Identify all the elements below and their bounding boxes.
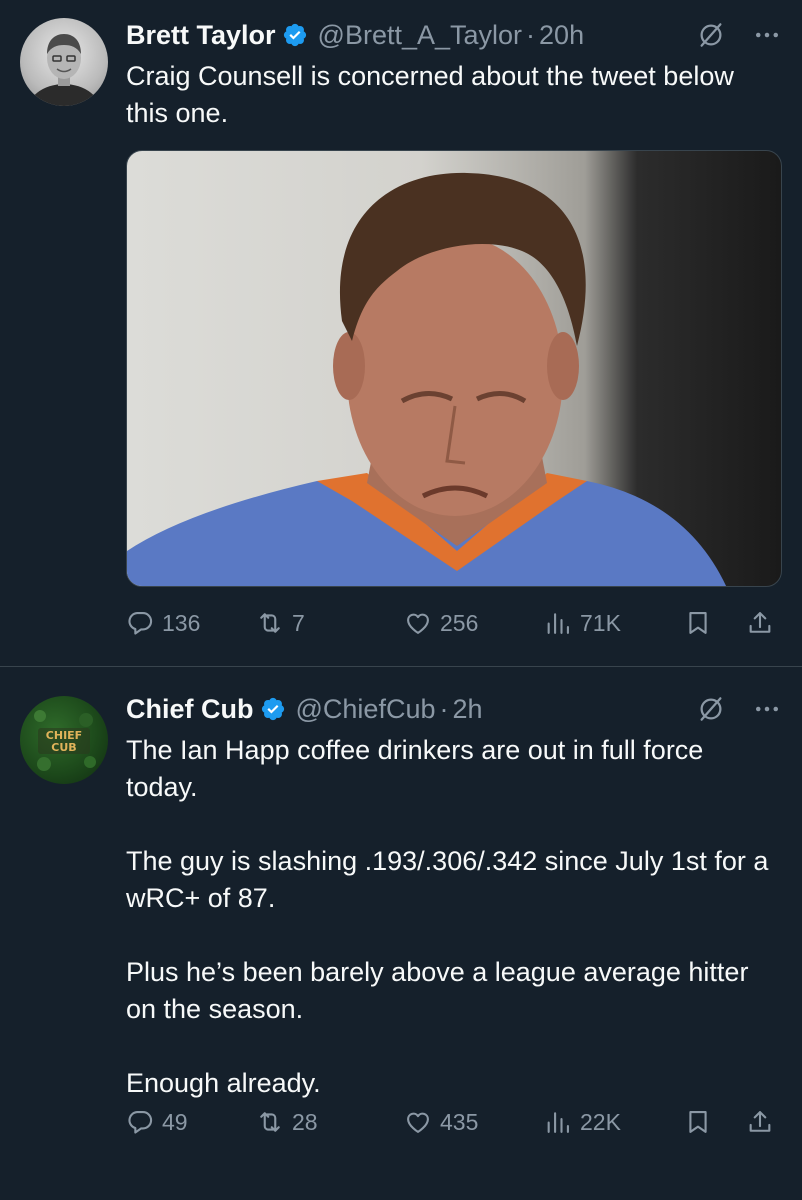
reply-count: 49 xyxy=(162,1108,188,1135)
bookmark-icon xyxy=(684,1108,712,1136)
retweet-button[interactable]: 7 xyxy=(256,609,305,637)
share-button[interactable] xyxy=(746,1108,774,1136)
avatar-image xyxy=(27,34,101,106)
chief-cub-logo: CHIEF CUB xyxy=(34,710,96,771)
views-button[interactable]: 71K xyxy=(544,609,621,637)
tweet-actions: 49 28 435 22K xyxy=(126,1102,782,1142)
tweet[interactable]: CHIEF CUB Chief Cub @ChiefCub · 2h The I… xyxy=(0,668,802,1200)
reply-count: 136 xyxy=(162,609,201,636)
tweet-header: Brett Taylor @Brett_A_Taylor · 20h xyxy=(126,18,782,52)
views-button[interactable]: 22K xyxy=(544,1108,621,1136)
views-icon xyxy=(544,609,572,637)
more-icon[interactable] xyxy=(752,20,782,50)
like-count: 256 xyxy=(440,609,479,636)
tweet-photo[interactable] xyxy=(126,150,782,587)
display-name[interactable]: Chief Cub xyxy=(126,694,254,725)
tweet[interactable]: Brett Taylor @Brett_A_Taylor · 20h Craig… xyxy=(0,0,802,667)
username[interactable]: @Brett_A_Taylor xyxy=(318,20,523,51)
timestamp[interactable]: 2h xyxy=(452,694,482,725)
grok-icon[interactable] xyxy=(696,20,726,50)
bookmark-icon xyxy=(684,609,712,637)
grok-icon[interactable] xyxy=(696,694,726,724)
tweet-paragraph: Enough already. xyxy=(126,1068,321,1098)
tweet-paragraph: The Ian Happ coffee drinkers are out in … xyxy=(126,735,704,802)
tweet-text: Craig Counsell is concerned about the tw… xyxy=(126,58,782,132)
like-button[interactable]: 256 xyxy=(404,609,478,637)
bookmark-button[interactable] xyxy=(684,609,712,637)
bookmark-button[interactable] xyxy=(684,1108,712,1136)
tweet-header: Chief Cub @ChiefCub · 2h xyxy=(126,692,782,726)
retweet-button[interactable]: 28 xyxy=(256,1108,318,1136)
retweet-icon xyxy=(256,1108,284,1136)
more-icon[interactable] xyxy=(752,694,782,724)
username[interactable]: @ChiefCub xyxy=(296,694,436,725)
retweet-count: 28 xyxy=(292,1108,318,1135)
tweet-paragraph: Plus he’s been barely above a league ave… xyxy=(126,957,749,1024)
photo-image xyxy=(127,172,727,586)
retweet-icon xyxy=(256,609,284,637)
avatar[interactable]: CHIEF CUB xyxy=(20,696,108,784)
separator: · xyxy=(526,19,536,50)
like-icon xyxy=(404,609,432,637)
tweet-divider xyxy=(0,666,802,667)
like-count: 435 xyxy=(440,1108,479,1135)
tweet-text: The Ian Happ coffee drinkers are out in … xyxy=(126,732,782,1102)
avatar[interactable] xyxy=(20,18,108,106)
separator: · xyxy=(439,693,449,724)
share-button[interactable] xyxy=(746,609,774,637)
retweet-count: 7 xyxy=(292,609,305,636)
tweet-paragraph: The guy is slashing .193/.306/.342 since… xyxy=(126,846,769,913)
reply-icon xyxy=(126,609,154,637)
reply-button[interactable]: 49 xyxy=(126,1108,188,1136)
verified-badge-icon xyxy=(260,696,286,722)
views-count: 22K xyxy=(580,1108,621,1135)
timestamp[interactable]: 20h xyxy=(539,20,584,51)
reply-button[interactable]: 136 xyxy=(126,609,200,637)
display-name[interactable]: Brett Taylor xyxy=(126,20,276,51)
share-icon xyxy=(746,1108,774,1136)
tweet-actions: 136 7 256 71K xyxy=(126,603,782,643)
share-icon xyxy=(746,609,774,637)
reply-icon xyxy=(126,1108,154,1136)
like-icon xyxy=(404,1108,432,1136)
like-button[interactable]: 435 xyxy=(404,1108,478,1136)
verified-badge-icon xyxy=(282,22,308,48)
views-count: 71K xyxy=(580,609,621,636)
svg-text:CUB: CUB xyxy=(51,741,76,754)
tweet-paragraph: Craig Counsell is concerned about the tw… xyxy=(126,61,734,128)
views-icon xyxy=(544,1108,572,1136)
